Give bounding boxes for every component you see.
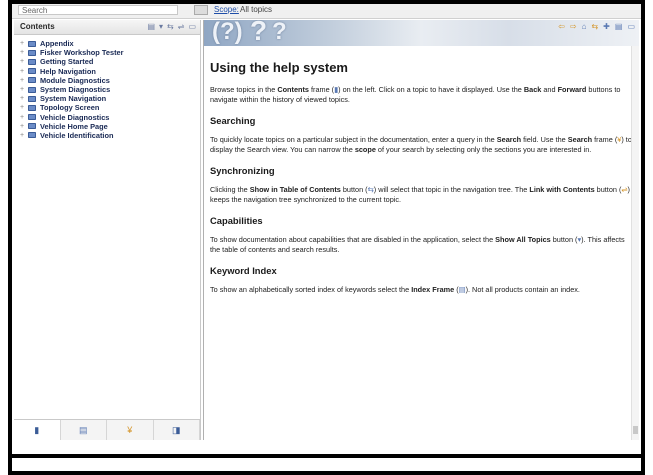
topic-content: Using the help system Browse topics in t… xyxy=(204,46,639,295)
tree-item[interactable]: + Appendix xyxy=(14,39,200,48)
tree-item[interactable]: + Getting Started xyxy=(14,57,200,66)
contents-tree: + Appendix + Fisker Workshop Tester + Getti… xyxy=(14,39,200,140)
contents-title: Contents xyxy=(20,22,55,31)
tree-item[interactable]: + Module Diagnostics xyxy=(14,76,200,85)
book-icon xyxy=(28,123,36,130)
show-in-toc-icon[interactable]: ⇆ xyxy=(167,22,174,31)
search-input[interactable]: Search xyxy=(18,5,178,15)
expand-icon[interactable]: + xyxy=(20,68,26,75)
section-paragraph: Clicking the Show in Table of Contents b… xyxy=(210,185,630,204)
section-heading: Keyword Index xyxy=(210,265,277,276)
tree-item[interactable]: + System Navigation xyxy=(14,94,200,103)
book-icon xyxy=(28,114,36,121)
link-icon[interactable]: ⇌ xyxy=(178,22,185,31)
page-title: Using the help system xyxy=(210,60,348,75)
section-heading: Synchronizing xyxy=(210,165,275,176)
go-button[interactable] xyxy=(194,5,208,15)
contents-pane: Contents ▤ ▾ ⇆ ⇌ ▭ + Appendix + Fisker Wor… xyxy=(14,20,201,440)
section-paragraph: To quickly locate topics on a particular… xyxy=(210,135,632,154)
tree-item[interactable]: + Vehicle Identification xyxy=(14,131,200,140)
section-paragraph: To show documentation about capabilities… xyxy=(210,235,625,254)
tree-item[interactable]: + Help Navigation xyxy=(14,67,200,76)
section-heading: Capabilities xyxy=(210,215,263,226)
section-heading: Searching xyxy=(210,115,256,126)
contents-header: Contents ▤ ▾ ⇆ ⇌ ▭ xyxy=(14,20,200,35)
book-icon xyxy=(28,132,36,139)
tree-item[interactable]: + Vehicle Home Page xyxy=(14,122,200,131)
bookmark-icon[interactable]: ✚ xyxy=(603,22,610,32)
filter-icon[interactable]: ▾ xyxy=(159,22,163,31)
search-tab-icon[interactable]: ¥ xyxy=(107,420,154,440)
tree-item[interactable]: + Fisker Workshop Tester xyxy=(14,48,200,57)
scope-link[interactable]: Scope: xyxy=(214,5,239,15)
book-icon xyxy=(28,68,36,75)
intro-paragraph: Browse topics in the Contents frame (▮) … xyxy=(210,85,621,104)
bookmarks-tab-icon[interactable]: ◨ xyxy=(154,420,200,440)
question-mark-icon: ? xyxy=(250,20,268,46)
question-mark-icon: ? xyxy=(272,20,287,45)
tree-item[interactable]: + Vehicle Diagnostics xyxy=(14,113,200,122)
expand-icon[interactable]: + xyxy=(20,77,26,84)
expand-icon[interactable]: + xyxy=(20,58,26,65)
home-icon[interactable]: ⌂ xyxy=(582,22,587,32)
vertical-scrollbar[interactable] xyxy=(631,46,639,440)
expand-icon[interactable]: + xyxy=(20,123,26,130)
show-in-toc-icon[interactable]: ⇆ xyxy=(591,22,598,32)
book-icon xyxy=(28,104,36,111)
expand-icon[interactable]: + xyxy=(20,86,26,93)
pane-tabs: ▮ ▤ ¥ ◨ xyxy=(14,419,200,440)
book-icon xyxy=(28,58,36,65)
print-icon[interactable]: ▤ xyxy=(147,22,155,31)
book-icon xyxy=(28,40,36,47)
question-mark-icon: (?) xyxy=(212,20,243,45)
search-bar: Search Scope: All topics xyxy=(12,4,641,19)
status-bar xyxy=(8,458,645,475)
book-icon xyxy=(28,77,36,84)
expand-icon[interactable]: + xyxy=(20,132,26,139)
expand-icon[interactable]: + xyxy=(20,104,26,111)
help-banner: (?) ? ? ⇦ ⇨ ⌂ ⇆ ✚ ▤ ▭ xyxy=(204,20,639,46)
help-window: Search Scope: All topics Contents ▤ ▾ ⇆ … xyxy=(8,0,645,458)
forward-icon[interactable]: ⇨ xyxy=(570,22,577,32)
book-icon xyxy=(28,49,36,56)
expand-icon[interactable]: + xyxy=(20,114,26,121)
scope-value: All topics xyxy=(240,5,273,14)
section-paragraph: To show an alphabetically sorted index o… xyxy=(210,285,580,294)
collapse-icon[interactable]: ▭ xyxy=(188,22,196,31)
topic-pane: (?) ? ? ⇦ ⇨ ⌂ ⇆ ✚ ▤ ▭ Using the help sys… xyxy=(203,20,639,440)
scroll-thumb[interactable] xyxy=(633,426,638,434)
book-icon xyxy=(28,86,36,93)
contents-tab-icon[interactable]: ▮ xyxy=(14,420,61,440)
print-icon[interactable]: ▤ xyxy=(615,22,623,32)
index-frame-icon: ▤ xyxy=(458,285,466,294)
expand-icon[interactable]: + xyxy=(20,95,26,102)
maximize-icon[interactable]: ▭ xyxy=(627,22,635,32)
tree-item[interactable]: + System Diagnostics xyxy=(14,85,200,94)
book-icon xyxy=(28,95,36,102)
tree-item[interactable]: + Topology Screen xyxy=(14,103,200,112)
index-tab-icon[interactable]: ▤ xyxy=(61,420,107,440)
expand-icon[interactable]: + xyxy=(20,49,26,56)
back-icon[interactable]: ⇦ xyxy=(558,22,565,32)
expand-icon[interactable]: + xyxy=(20,40,26,47)
